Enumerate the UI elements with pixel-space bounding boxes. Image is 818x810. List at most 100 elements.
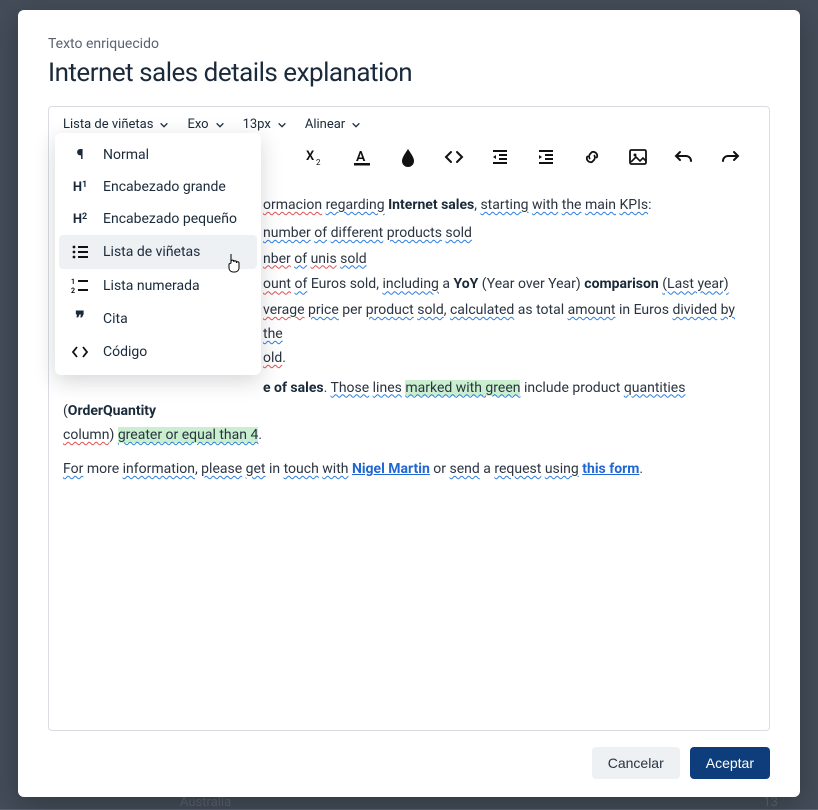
- text-fragment: include product: [524, 380, 620, 396]
- text-fragment: verage: [263, 302, 305, 318]
- text-fragment: with: [532, 197, 558, 213]
- text-strong: OrderQuantity: [68, 403, 156, 419]
- text-fragment: For: [63, 461, 83, 477]
- code-button[interactable]: [443, 146, 465, 168]
- code-icon: [69, 343, 91, 361]
- text-strong: YoY: [454, 276, 479, 292]
- font-label: Exo: [187, 117, 208, 132]
- text-fragment: more: [87, 461, 119, 477]
- text-fragment: regarding: [326, 197, 385, 213]
- text-fragment: old: [263, 350, 282, 366]
- dropdown-item-bullet-list[interactable]: Lista de viñetas: [59, 235, 257, 269]
- text-fragment: (Year over Year): [482, 276, 581, 292]
- text-fragment: or: [433, 461, 446, 477]
- bg-value: 13: [763, 795, 778, 809]
- text-fragment: get: [246, 461, 266, 477]
- block-style-dropdown: ¶ Normal H1 Encabezado grande H2 Encabez…: [55, 133, 261, 375]
- dropdown-item-quote[interactable]: ❞ Cita: [55, 303, 261, 335]
- list-item: verage price per product sold, calculate…: [263, 299, 755, 370]
- dropdown-item-h2[interactable]: H2 Encabezado pequeño: [55, 203, 261, 235]
- text-fragment: send: [450, 461, 480, 477]
- text-fragment: amount: [568, 302, 616, 318]
- text-fragment: unis: [311, 251, 337, 267]
- text-fragment: main: [585, 197, 616, 213]
- text-strong: comparison: [584, 276, 658, 292]
- dropdown-item-h1[interactable]: H1 Encabezado grande: [55, 171, 261, 203]
- align-select[interactable]: Alinear: [305, 117, 361, 132]
- dropdown-item-normal[interactable]: ¶ Normal: [55, 139, 261, 171]
- contact-link[interactable]: Nigel Martin: [352, 461, 430, 477]
- list-item: number of different products sold: [263, 222, 755, 246]
- dropdown-item-numbered-list[interactable]: 12 Lista numerada: [55, 269, 261, 303]
- list-item: nber of unis sold: [263, 248, 755, 272]
- block-style-select[interactable]: Lista de viñetas: [63, 117, 169, 132]
- svg-text:2: 2: [316, 158, 321, 167]
- text-fragment: price: [308, 302, 339, 318]
- text-fragment: Euros sold: [311, 276, 376, 292]
- text-fragment: calculated: [450, 302, 514, 318]
- font-size-label: 13px: [243, 117, 271, 132]
- text-fragment: sold: [417, 302, 444, 318]
- list-item: ount of Euros sold, including a YoY (Yea…: [263, 273, 755, 297]
- text-fragment: with: [322, 461, 348, 477]
- chevron-down-icon: [277, 120, 287, 130]
- text-fragment: information: [123, 461, 195, 477]
- svg-text:A: A: [356, 149, 366, 165]
- text-fragment: KPIs: [619, 197, 648, 213]
- numbered-list-icon: 12: [69, 277, 91, 295]
- text-fragment: of: [314, 225, 327, 241]
- svg-text:X: X: [306, 149, 315, 164]
- text-fragment: of: [295, 276, 308, 292]
- text-fragment: column: [63, 427, 109, 443]
- fill-color-button[interactable]: [397, 146, 419, 168]
- rich-text-modal: Texto enriquecido Internet sales details…: [18, 10, 800, 797]
- dropdown-item-label: Lista numerada: [103, 278, 200, 294]
- indent-increase-button[interactable]: [535, 146, 557, 168]
- text-fragment: lines: [373, 380, 402, 396]
- font-select[interactable]: Exo: [187, 117, 224, 132]
- pilcrow-icon: ¶: [69, 147, 91, 163]
- text-fragment: as total: [518, 302, 564, 318]
- text-strong: e of sales: [263, 380, 324, 396]
- chevron-down-icon: [159, 120, 169, 130]
- image-button[interactable]: [627, 146, 649, 168]
- accept-button[interactable]: Aceptar: [690, 747, 770, 779]
- cancel-button[interactable]: Cancelar: [592, 747, 680, 779]
- text-fragment: touch: [284, 461, 319, 477]
- text-fragment: in Euros: [619, 302, 669, 318]
- font-size-select[interactable]: 13px: [243, 117, 287, 132]
- dropdown-item-label: Cita: [103, 311, 128, 327]
- align-label: Alinear: [305, 117, 345, 132]
- text-fragment: number: [263, 225, 311, 241]
- chevron-down-icon: [351, 120, 361, 130]
- dropdown-item-code[interactable]: Código: [55, 335, 261, 369]
- dropdown-item-label: Encabezado pequeño: [103, 211, 237, 227]
- paragraph: e of sales. Those lines marked with gree…: [63, 377, 755, 448]
- text-fragment: ormacion: [263, 197, 322, 213]
- text-fragment: please: [201, 461, 242, 477]
- text-fragment: sold: [445, 225, 472, 241]
- text-fragment: products: [387, 225, 442, 241]
- subscript-button[interactable]: X2: [305, 146, 327, 168]
- text-fragment: a: [442, 276, 450, 292]
- text-fragment: nber: [263, 251, 291, 267]
- text-strong: Internet sales: [388, 197, 474, 213]
- text-fragment: quantities: [624, 380, 686, 396]
- text-color-button[interactable]: A: [351, 146, 373, 168]
- form-link[interactable]: this form: [582, 461, 639, 477]
- text-fragment: ount: [263, 276, 291, 292]
- text-fragment: different: [331, 225, 384, 241]
- text-highlight: greater or equal than 4: [118, 427, 259, 443]
- link-button[interactable]: [581, 146, 603, 168]
- text-highlight: marked with green: [405, 380, 520, 396]
- text-fragment: using: [545, 461, 579, 477]
- bullet-list-icon: [69, 243, 91, 261]
- indent-decrease-button[interactable]: [489, 146, 511, 168]
- text-fragment: Those: [330, 380, 369, 396]
- redo-button[interactable]: [719, 146, 741, 168]
- dropdown-item-label: Lista de viñetas: [103, 244, 200, 260]
- bg-country: Australia: [180, 795, 231, 809]
- dropdown-item-label: Encabezado grande: [103, 179, 226, 195]
- quote-icon: ❞: [69, 313, 91, 325]
- undo-button[interactable]: [673, 146, 695, 168]
